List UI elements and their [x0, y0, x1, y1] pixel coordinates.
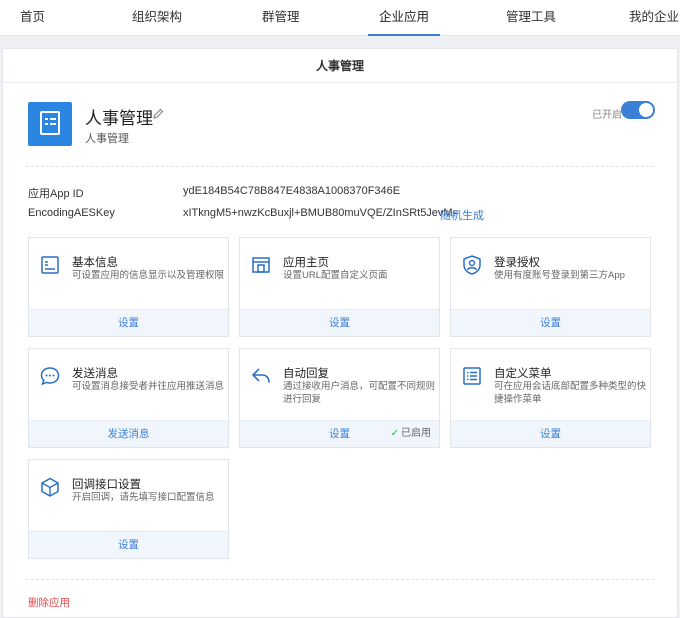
card-title: 发送消息 — [72, 368, 118, 380]
nav-my-enterprise[interactable]: 我的企业 — [629, 0, 679, 36]
card-title: 应用主页 — [283, 257, 329, 269]
card-title: 基本信息 — [72, 257, 118, 269]
card-send-message: 发送消息 可设置消息接受者并往应用推送消息 发送消息 — [28, 348, 229, 448]
card-callback: 回调接口设置 开启回调，请先填写接口配置信息 设置 — [28, 459, 229, 559]
chat-bubble-icon — [40, 367, 60, 386]
info-doc-icon — [41, 256, 59, 274]
aeskey-value: xITkngM5+nwzKcBuxjl+BMUB80muVQE/ZInSRt5J… — [183, 207, 460, 219]
toggle-status-label: 已开启 — [592, 110, 622, 121]
card-homepage-setup-button[interactable]: 设置 — [240, 310, 439, 336]
card-title: 登录授权 — [494, 257, 540, 269]
card-auto-reply: 自动回复 通过接收用户消息，可配置不同规则进行回复 设置 ✓ 已启用 — [239, 348, 440, 448]
cube-icon — [41, 477, 59, 497]
card-basic-info-setup-button[interactable]: 设置 — [29, 310, 228, 336]
card-desc: 使用有度账号登录到第三方App — [494, 270, 625, 281]
card-desc: 设置URL配置自定义页面 — [283, 270, 388, 281]
nav-org[interactable]: 组织架构 — [132, 0, 182, 36]
edit-pencil-icon[interactable] — [152, 108, 164, 120]
top-nav: 首页 组织架构 群管理 企业应用 管理工具 我的企业 — [0, 0, 680, 36]
aeskey-label: EncodingAESKey — [28, 207, 115, 219]
card-desc: 可在应用会话底部配置多种类型的快捷操作菜单 — [494, 381, 647, 405]
card-send-message-button[interactable]: 发送消息 — [29, 421, 228, 447]
status-text: 已启用 — [401, 428, 431, 439]
card-desc: 通过接收用户消息，可配置不同规则进行回复 — [283, 381, 436, 405]
shield-user-icon — [463, 255, 481, 275]
nav-groups[interactable]: 群管理 — [262, 0, 300, 36]
enable-toggle[interactable] — [621, 101, 655, 119]
menu-list-icon — [463, 367, 481, 385]
nav-enterprise-apps[interactable]: 企业应用 — [368, 0, 440, 36]
card-title: 自定义菜单 — [494, 368, 552, 380]
nav-home[interactable]: 首页 — [20, 0, 45, 36]
app-subtitle: 人事管理 — [85, 133, 129, 145]
status-badge: ✓ 已启用 — [391, 421, 431, 447]
card-homepage: 应用主页 设置URL配置自定义页面 设置 — [239, 237, 440, 337]
card-title: 自动回复 — [283, 368, 329, 380]
card-custom-menu-setup-button[interactable]: 设置 — [451, 421, 650, 447]
divider — [26, 166, 654, 167]
card-desc: 开启回调，请先填写接口配置信息 — [72, 492, 215, 503]
delete-app-link[interactable]: 删除应用 — [28, 595, 70, 610]
appid-label: 应用App ID — [28, 188, 84, 200]
nav-tools[interactable]: 管理工具 — [506, 0, 556, 36]
check-icon: ✓ — [390, 428, 399, 439]
card-desc: 可设置应用的信息显示以及管理权限 — [72, 270, 225, 281]
card-login-auth: 登录授权 使用有度账号登录到第三方App 设置 — [450, 237, 651, 337]
card-desc: 可设置消息接受者并往应用推送消息 — [72, 381, 225, 392]
panel-title: 人事管理 — [3, 49, 677, 83]
reply-arrow-icon — [252, 368, 270, 383]
divider — [26, 579, 654, 580]
card-basic-info: 基本信息 可设置应用的信息显示以及管理权限 设置 — [28, 237, 229, 337]
app-logo-icon — [28, 102, 72, 146]
homepage-icon — [252, 257, 270, 273]
card-callback-setup-button[interactable]: 设置 — [29, 532, 228, 558]
random-generate-link[interactable]: 随机生成 — [440, 207, 484, 223]
app-name: 人事管理 — [85, 109, 153, 128]
card-title: 回调接口设置 — [72, 479, 141, 491]
appid-value: ydE184B54C78B847E4838A1008370F346E — [183, 185, 401, 197]
card-login-auth-setup-button[interactable]: 设置 — [451, 310, 650, 336]
card-custom-menu: 自定义菜单 可在应用会话底部配置多种类型的快捷操作菜单 设置 — [450, 348, 651, 448]
